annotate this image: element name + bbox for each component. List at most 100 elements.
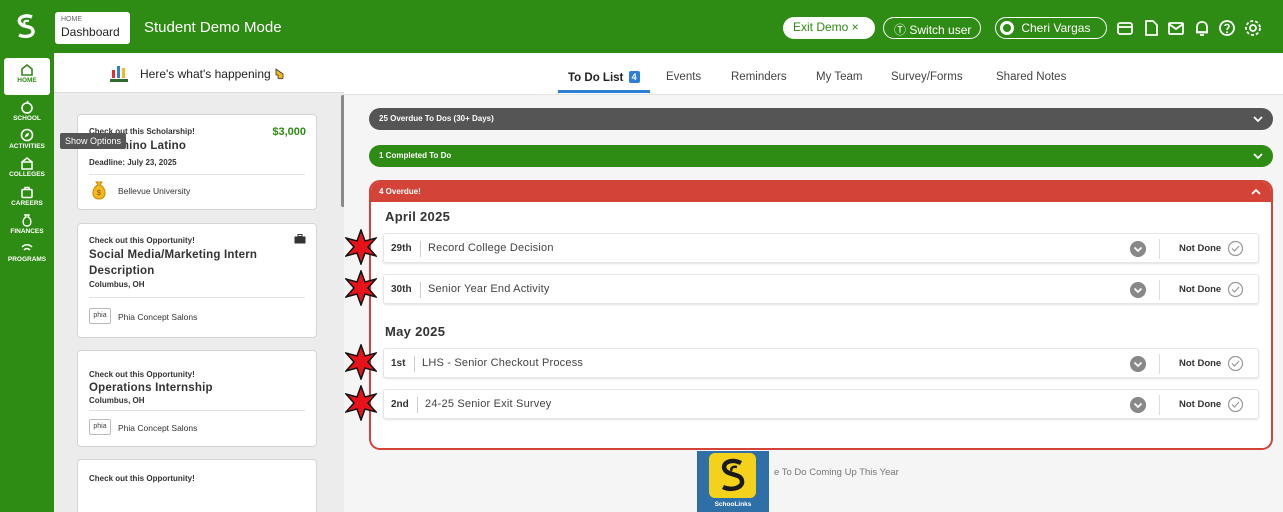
- show-options-tooltip: Show Options: [60, 133, 127, 149]
- opportunity-card[interactable]: Check out this Opportunity! Operations I…: [77, 350, 317, 447]
- separator: [1159, 280, 1160, 300]
- hand-point-icon: [275, 68, 284, 80]
- nav-item-finances[interactable]: FINANCES: [0, 213, 54, 235]
- schoolinks-s-icon: [721, 458, 745, 491]
- nav-item-programs[interactable]: PROGRAMS: [0, 243, 54, 263]
- tab-events[interactable]: Events: [666, 71, 701, 83]
- todo-status: Not Done: [1179, 284, 1222, 295]
- check-circle-icon[interactable]: [1227, 396, 1244, 413]
- user-menu-button[interactable]: Cheri Vargas: [995, 17, 1107, 39]
- todo-item[interactable]: 29th Record College Decision Not Done: [383, 233, 1259, 263]
- chevron-down-icon[interactable]: [1130, 241, 1146, 257]
- tab-bar: To Do List 4 Events Reminders My Team Su…: [344, 53, 1283, 95]
- nav-item-colleges[interactable]: COLLEGES: [0, 156, 54, 178]
- scholarship-amount: $3,000: [272, 126, 306, 138]
- nav-item-home[interactable]: HOME: [0, 63, 54, 84]
- tab-survey-forms[interactable]: Survey/Forms: [891, 71, 963, 83]
- nav-item-activities[interactable]: ACTIVITIES: [0, 128, 54, 150]
- chevron-down-icon[interactable]: [1130, 282, 1146, 298]
- switch-user-button[interactable]: Ⓣ Switch user: [883, 17, 981, 39]
- chevron-down-icon: [1253, 153, 1263, 160]
- exit-demo-button[interactable]: Exit Demo ×: [783, 17, 875, 39]
- todo-item[interactable]: 2nd 24-25 Senior Exit Survey Not Done: [383, 389, 1259, 419]
- separator: [1159, 354, 1160, 374]
- opportunity-card[interactable]: Check out this Opportunity!: [77, 459, 317, 512]
- card-kicker: Check out this Opportunity!: [89, 370, 195, 379]
- completed-section[interactable]: 1 Completed To Do: [369, 145, 1273, 167]
- mail-icon[interactable]: [1166, 18, 1186, 38]
- card-divider: [89, 297, 305, 298]
- check-circle-icon[interactable]: [1227, 281, 1244, 298]
- tab-label: To Do List: [568, 72, 624, 84]
- separator: [417, 397, 418, 413]
- section-label: 25 Overdue To Dos (30+ Days): [379, 114, 494, 123]
- tab-to-do-list[interactable]: To Do List 4: [568, 71, 640, 84]
- card-org: Phia Concept Salons: [118, 312, 198, 322]
- svg-text:$: $: [97, 190, 101, 197]
- upcoming-note: e To Do Coming Up This Year: [774, 467, 899, 478]
- breadcrumb-current: Dashboard: [61, 25, 120, 39]
- check-circle-icon[interactable]: [1227, 355, 1244, 372]
- settings-icon[interactable]: [1243, 18, 1263, 38]
- nav-label-home: HOME: [17, 77, 37, 84]
- nav-label-activities: ACTIVITIES: [9, 143, 45, 150]
- app-tile-label: SchooLinks: [714, 501, 752, 508]
- compass-icon: [20, 128, 34, 142]
- todo-title: Record College Decision: [428, 242, 554, 254]
- card-title: Operations Internship: [89, 382, 213, 394]
- section-label: 4 Overdue!: [379, 187, 421, 196]
- card-location: Columbus, OH: [89, 280, 145, 289]
- tab-my-team[interactable]: My Team: [816, 71, 862, 83]
- card-org: Bellevue University: [118, 186, 191, 196]
- breadcrumb[interactable]: HOME Dashboard: [55, 12, 130, 44]
- separator: [420, 282, 421, 298]
- programs-icon: [21, 244, 33, 251]
- separator: [420, 241, 421, 257]
- card-org: Phia Concept Salons: [118, 423, 198, 433]
- college-icon: [21, 157, 33, 170]
- chevron-down-icon: [1253, 116, 1263, 123]
- todo-day: 1st: [391, 358, 406, 369]
- nav-item-school[interactable]: SCHOOL: [0, 100, 54, 122]
- overdue-30-days-section[interactable]: 25 Overdue To Dos (30+ Days): [369, 108, 1273, 130]
- overdue-header[interactable]: 4 Overdue!: [371, 182, 1271, 202]
- todo-status: Not Done: [1179, 243, 1222, 254]
- document-icon[interactable]: [1141, 18, 1161, 38]
- todo-day: 29th: [391, 243, 412, 254]
- todo-item[interactable]: 1st LHS - Senior Checkout Process Not Do…: [383, 348, 1259, 378]
- schoolinks-app-tile[interactable]: SchooLinks: [697, 451, 769, 512]
- phia-logo: phia: [89, 308, 111, 324]
- chevron-down-icon[interactable]: [1130, 397, 1146, 413]
- money-bag-icon: $: [92, 181, 106, 200]
- todo-day: 2nd: [391, 399, 409, 410]
- chevron-down-icon[interactable]: [1130, 356, 1146, 372]
- briefcase-icon: [294, 234, 306, 244]
- active-tab-indicator: [558, 90, 650, 93]
- scholarship-card[interactable]: Check out this Scholarship! $3,000 El Ca…: [77, 114, 317, 210]
- nav-label-careers: CAREERS: [11, 200, 43, 207]
- schoolinks-logo-icon[interactable]: [12, 12, 40, 40]
- month-heading: May 2025: [385, 324, 446, 339]
- todo-count-badge: 4: [628, 71, 640, 83]
- card-kicker: Check out this Opportunity!: [89, 236, 195, 245]
- top-bar: HOME Dashboard Student Demo Mode Exit De…: [0, 0, 1283, 53]
- wallet-icon[interactable]: [1115, 18, 1135, 38]
- todo-status: Not Done: [1179, 358, 1222, 369]
- help-icon[interactable]: [1217, 18, 1237, 38]
- check-circle-icon[interactable]: [1227, 240, 1244, 257]
- phia-logo: phia: [89, 419, 111, 435]
- card-divider: [89, 174, 305, 175]
- nav-item-careers[interactable]: CAREERS: [0, 185, 54, 207]
- todo-item[interactable]: 30th Senior Year End Activity Not Done: [383, 274, 1259, 304]
- bell-icon[interactable]: [1192, 18, 1212, 38]
- nav-label-school: SCHOOL: [13, 115, 41, 122]
- chevron-up-icon: [1251, 188, 1261, 195]
- separator: [1159, 395, 1160, 415]
- opportunity-card[interactable]: Check out this Opportunity! Social Media…: [77, 223, 317, 338]
- feed-header: Here's what's happening: [54, 53, 344, 93]
- card-kicker: Check out this Opportunity!: [89, 474, 195, 483]
- briefcase-icon: [21, 186, 33, 199]
- nav-label-programs: PROGRAMS: [7, 256, 47, 263]
- tab-shared-notes[interactable]: Shared Notes: [996, 71, 1066, 83]
- tab-reminders[interactable]: Reminders: [731, 71, 787, 83]
